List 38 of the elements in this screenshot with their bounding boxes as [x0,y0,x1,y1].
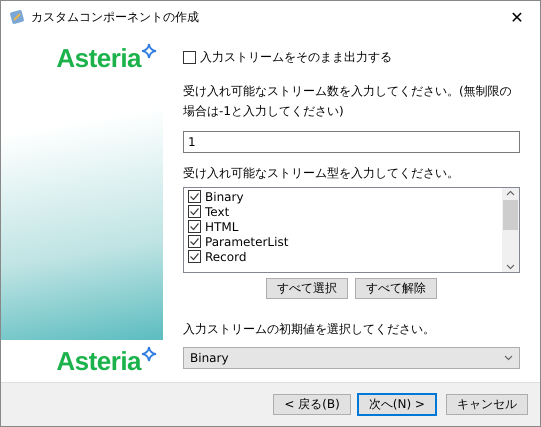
checkmark-icon [189,191,200,202]
checkbox[interactable] [188,205,201,218]
dropdown-chevron-icon [504,355,513,361]
list-item-label[interactable]: HTML [205,220,238,234]
checkbox[interactable] [188,220,201,233]
stream-count-field[interactable]: 1 [183,131,520,153]
footer-button[interactable]: キャンセル [446,394,528,415]
scrollbar[interactable] [502,188,519,272]
checkmark-icon [189,221,200,232]
deselect-all-button[interactable]: すべて解除 [355,278,437,299]
logo-text: Asteria [56,43,141,74]
stream-count-label: 受け入れ可能なストリーム数を入力してください。(無制限の場合は-1と入力してください) [183,83,513,120]
scroll-up-icon [506,190,515,196]
checkmark-icon [189,206,200,217]
select-all-button[interactable]: すべて選択 [266,278,348,299]
window-title: カスタムコンポーネントの作成 [31,8,200,26]
initial-value-dropdown[interactable]: Binary [183,347,520,369]
list-item-label[interactable]: ParameterList [205,234,288,248]
sparkle-icon [141,346,157,362]
checkbox[interactable] [183,50,196,64]
list-item-label[interactable]: Record [205,250,246,264]
checkmark-icon [189,236,200,247]
logo-text: Asteria [56,346,141,377]
checkbox-label: 入力ストリームをそのまま出力する [200,49,392,66]
close-button[interactable]: ✕ [494,2,540,32]
stream-types-label: 受け入れ可能なストリーム型を入力してください。 [183,165,460,182]
checkmark-icon [189,251,200,262]
list-item-label[interactable]: Text [205,204,230,218]
list-item-label[interactable]: Binary [205,190,244,204]
app-icon [9,9,25,25]
checkbox[interactable] [188,235,201,248]
checkbox[interactable] [188,190,201,203]
footer-button[interactable]: < 戻る(B) [273,394,351,415]
initial-value-label: 入力ストリームの初期値を選択してください。 [183,321,436,338]
scroll-down-icon [506,264,515,270]
footer-button[interactable]: 次へ(N) > [358,394,436,415]
sparkle-icon [141,43,157,59]
checkbox[interactable] [188,250,201,263]
